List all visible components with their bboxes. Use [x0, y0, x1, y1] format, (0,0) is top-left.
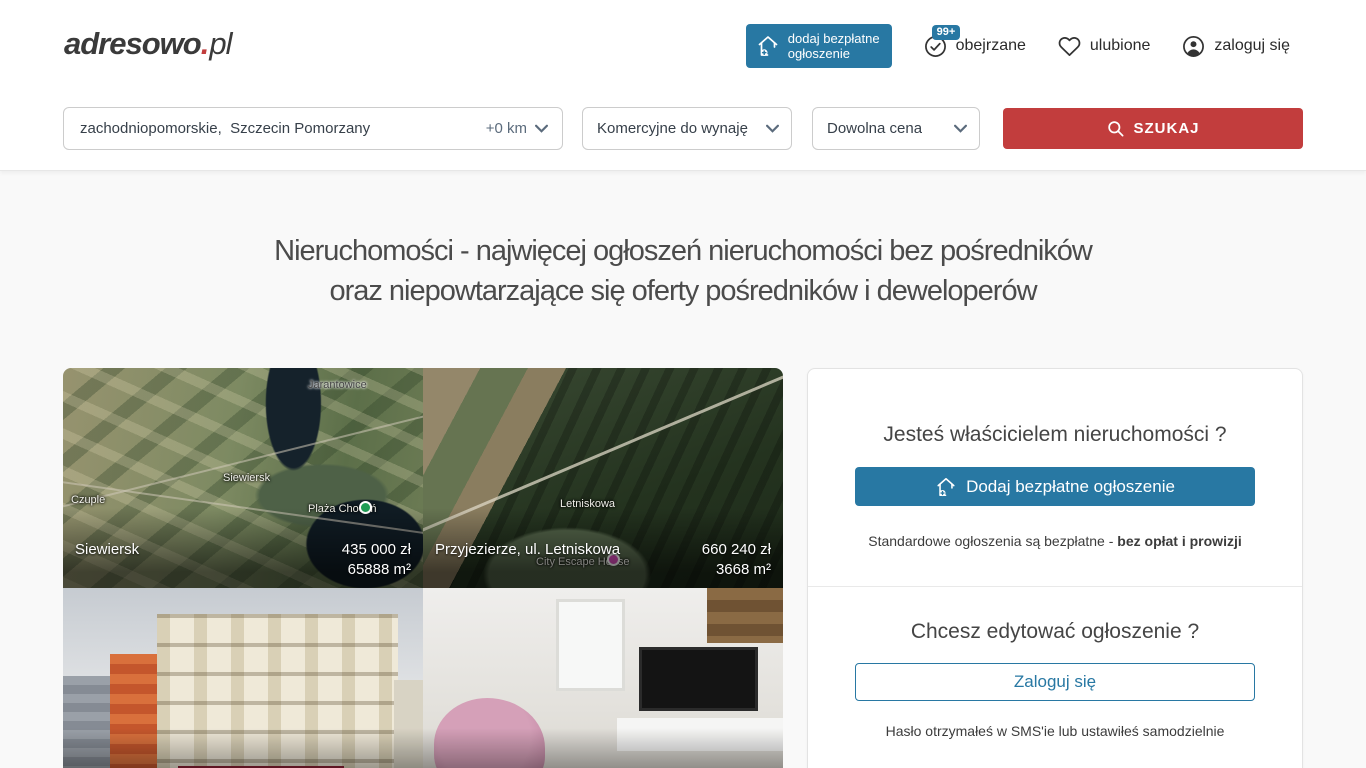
panel-divider	[808, 586, 1302, 587]
logo-brand: adresowo	[64, 26, 201, 61]
price-value: Dowolna cena	[827, 120, 922, 137]
listing-card-siewiersk[interactable]: Jarantowice Siewiersk Plaża Choceń Czupl…	[63, 368, 423, 588]
viewed-count-badge: 99+	[932, 25, 961, 40]
heart-icon	[1058, 35, 1081, 58]
login-button-label: Zaloguj się	[1014, 672, 1096, 692]
category-dropdown[interactable]: Komercyjne do wynaję	[582, 107, 792, 150]
location-value: zachodniopomorskie, Szczecin Pomorzany	[80, 120, 486, 137]
page: adresowo.pl dodaj bezpłatne ogłoszenie 9…	[0, 0, 1366, 768]
listing-name: Siewiersk	[75, 540, 275, 580]
login-label: zaloguj się	[1214, 37, 1290, 55]
logo-tld: pl	[209, 26, 231, 61]
viewed-label: obejrzane	[956, 37, 1026, 55]
listing-price: 435 000 zł	[342, 541, 411, 558]
add-listing-label-2: ogłoszenie	[788, 46, 850, 61]
map-marker-icon	[359, 501, 372, 514]
search-button[interactable]: SZUKAJ	[1003, 108, 1303, 149]
user-icon	[1182, 35, 1205, 58]
viewed-link[interactable]: 99+ obejrzane	[924, 35, 1026, 58]
listing-card-przyjezierze[interactable]: Letniskowa City Escape House Przyjezierz…	[423, 368, 783, 588]
favorites-label: ulubione	[1090, 37, 1151, 55]
listing-meta: Siewiersk 435 000 zł 65888 m²	[63, 534, 423, 588]
category-value: Komercyjne do wynaję	[597, 120, 748, 137]
header-actions: dodaj bezpłatne ogłoszenie 99+ obejrzane…	[746, 24, 1290, 68]
owner-panel: Jesteś właścicielem nieruchomości ? Doda…	[807, 368, 1303, 768]
site-logo[interactable]: adresowo.pl	[64, 26, 231, 62]
map-label: Czuple	[71, 494, 105, 506]
house-plus-icon	[756, 34, 780, 58]
map-label: Jarantowice	[308, 379, 367, 391]
listing-building-photo	[63, 588, 423, 768]
chevron-down-icon	[766, 124, 779, 133]
owner-heading: Jesteś właścicielem nieruchomości ?	[808, 423, 1302, 447]
magnifier-icon	[1106, 119, 1125, 138]
radius-dropdown[interactable]: +0 km	[486, 120, 548, 137]
owner-note-text: Standardowe ogłoszenia są bezpłatne -	[868, 533, 1117, 549]
listings-grid: Jarantowice Siewiersk Plaża Choceń Czupl…	[63, 368, 783, 768]
login-button[interactable]: Zaloguj się	[855, 663, 1255, 701]
search-button-label: SZUKAJ	[1133, 120, 1199, 137]
listing-name: Przyjezierze, ul. Letniskowa	[435, 540, 635, 580]
listing-interior-photo	[423, 588, 783, 768]
chevron-down-icon	[535, 124, 548, 133]
map-label: Siewiersk	[223, 472, 270, 484]
listing-area: 65888 m²	[348, 561, 411, 578]
house-plus-icon	[935, 476, 957, 498]
add-listing-label-1: dodaj bezpłatne	[788, 31, 880, 46]
owner-note-bold: bez opłat i prowizji	[1117, 533, 1241, 549]
chevron-down-icon	[954, 124, 967, 133]
location-input[interactable]: zachodniopomorskie, Szczecin Pomorzany +…	[63, 107, 563, 150]
add-free-listing-button[interactable]: Dodaj bezpłatne ogłoszenie	[855, 467, 1255, 506]
listing-card-wola[interactable]: Wola Zglobieńska 899 000 zł	[423, 588, 783, 768]
listing-card-lublin[interactable]: Lublin Śródmieście, ul. 545 000 zł	[63, 588, 423, 768]
add-listing-button[interactable]: dodaj bezpłatne ogłoszenie	[746, 24, 892, 68]
owner-note: Standardowe ogłoszenia są bezpłatne - be…	[808, 533, 1302, 549]
edit-note: Hasło otrzymałeś w SMS'ie lub ustawiłeś …	[808, 723, 1302, 739]
page-title: Nieruchomości - najwięcej ogłoszeń nieru…	[0, 231, 1366, 311]
price-dropdown[interactable]: Dowolna cena	[812, 107, 980, 150]
listing-area: 3668 m²	[716, 561, 771, 578]
page-title-line1: Nieruchomości - najwięcej ogłoszeń nieru…	[274, 235, 1092, 267]
listing-price: 660 240 zł	[702, 541, 771, 558]
page-title-line2: oraz niepowtarzające się oferty pośredni…	[329, 275, 1036, 307]
add-free-listing-label: Dodaj bezpłatne ogłoszenie	[966, 477, 1175, 497]
map-label: Letniskowa	[560, 498, 615, 510]
favorites-link[interactable]: ulubione	[1058, 35, 1151, 58]
edit-heading: Chcesz edytować ogłoszenie ?	[808, 620, 1302, 644]
radius-value: +0 km	[486, 120, 527, 137]
listing-meta: Przyjezierze, ul. Letniskowa 660 240 zł …	[423, 534, 783, 588]
header: adresowo.pl dodaj bezpłatne ogłoszenie 9…	[0, 0, 1366, 171]
login-link[interactable]: zaloguj się	[1182, 35, 1290, 58]
